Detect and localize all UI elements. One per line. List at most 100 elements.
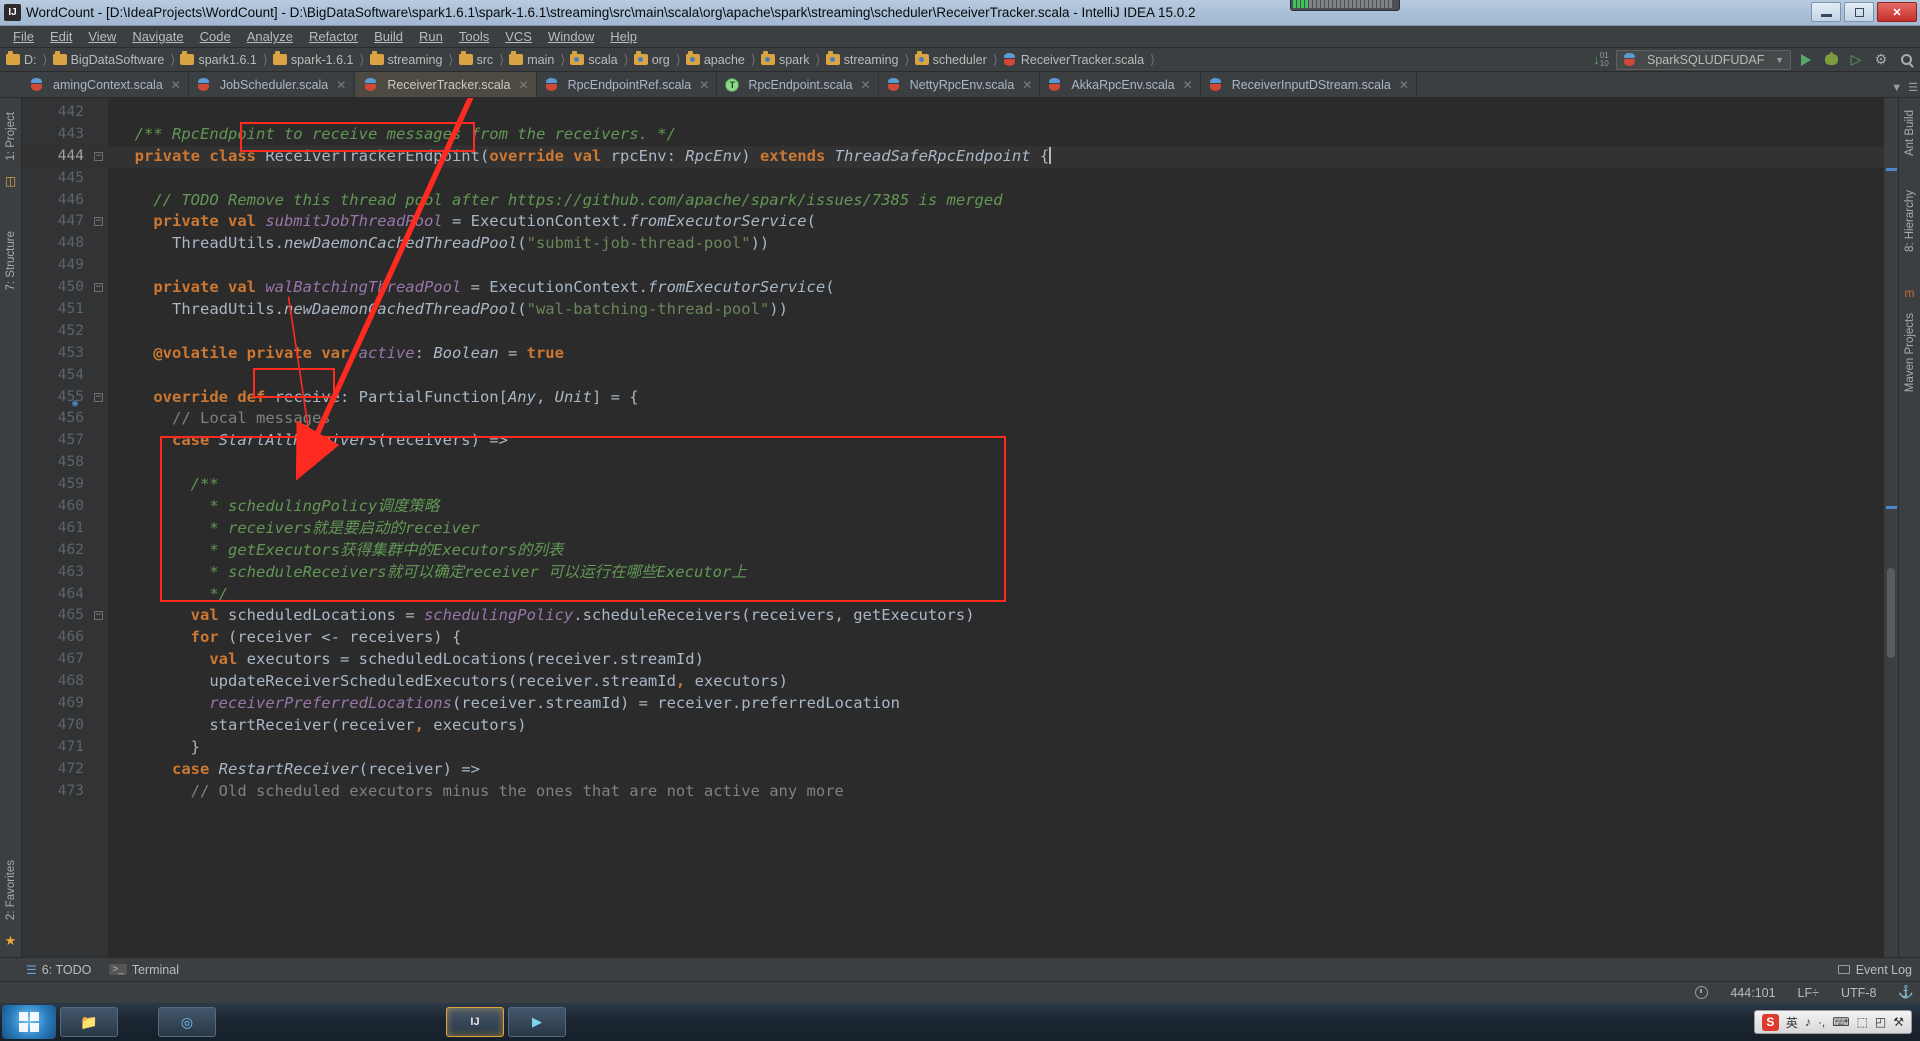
sidebar-item-hierarchy[interactable]: 8: Hierarchy [1904,182,1916,260]
code-token: Unit [554,387,592,406]
caret-position[interactable]: 444:101 [1730,986,1775,1000]
tool-window-todo[interactable]: ☰ 6: TODO [26,963,91,977]
settings-button[interactable]: ⚙ [1871,50,1891,70]
method-marker-icon[interactable]: ◉ [67,393,78,409]
tab-label: RpcEndpointRef.scala [567,77,692,92]
tab-netty-rpc-env[interactable]: NettyRpcEnv.scala ✕ [879,72,1041,97]
folder-icon [369,51,384,65]
fold-icon[interactable]: − [94,151,103,161]
minimize-button[interactable] [1811,2,1841,22]
breadcrumb-item-5[interactable]: src ⟩ [458,48,510,71]
breadcrumb-item-13[interactable]: ReceiverTracker.scala ⟩ [1003,48,1160,71]
start-button[interactable] [2,1005,56,1039]
menu-view[interactable]: View [80,27,124,46]
tab-overflow-controls[interactable]: ▼ ☰ [1891,81,1918,95]
update-project-button[interactable]: ↓ 01 10 [1591,50,1611,70]
taskbar-app-media[interactable]: ▶ [508,1007,566,1037]
menu-code[interactable]: Code [192,27,239,46]
sidebar-item-favorites[interactable]: 2: Favorites [5,852,17,928]
ime-item-keyboard-icon[interactable]: ⌨ [1832,1015,1849,1029]
breadcrumb-item-8[interactable]: org ⟩ [633,48,686,71]
menu-analyze[interactable]: Analyze [239,27,301,46]
ime-item-panel-icon[interactable]: ⬚ [1857,1015,1868,1029]
ime-item-punct-icon[interactable]: ·, [1818,1015,1825,1029]
menu-help[interactable]: Help [602,27,645,46]
run-configuration-selector[interactable]: SparkSQLUDFUDAF ▼ [1616,49,1791,70]
tab-streaming-context[interactable]: amingContext.scala ✕ [22,72,189,97]
debug-button[interactable] [1821,50,1841,70]
code-token: case [172,759,219,778]
sidebar-item-project[interactable]: 1: Project [5,104,17,169]
scrollbar-thumb[interactable] [1887,568,1895,658]
close-icon[interactable]: ✕ [1399,78,1409,92]
taskbar-app-browser[interactable]: ◎ [158,1007,216,1037]
run-button[interactable] [1796,50,1816,70]
breadcrumb-item-9[interactable]: apache ⟩ [685,48,761,71]
tab-akka-rpc-env[interactable]: AkkaRpcEnv.scala ✕ [1040,72,1201,97]
ime-mode-label[interactable]: 英 [1786,1014,1798,1031]
menu-build[interactable]: Build [366,27,411,46]
close-button[interactable]: ✕ [1877,2,1917,22]
file-encoding[interactable]: UTF-8 [1841,986,1876,1000]
line-separator[interactable]: LF÷ [1798,986,1819,1000]
tab-rpc-endpoint-ref[interactable]: RpcEndpointRef.scala ✕ [537,72,718,97]
breadcrumb-item-1[interactable]: BigDataSoftware ⟩ [52,48,181,71]
editor-scrollbar[interactable] [1884,98,1898,957]
maximize-button[interactable] [1844,2,1874,22]
close-icon[interactable]: ✕ [336,78,346,92]
fold-icon[interactable]: − [94,611,103,621]
menu-code-label: Code [199,29,231,44]
search-everywhere-button[interactable] [1896,50,1916,70]
breadcrumb-item-10[interactable]: spark ⟩ [760,48,826,71]
breadcrumb-item-6[interactable]: main ⟩ [509,48,570,71]
tab-rpc-endpoint[interactable]: T RpcEndpoint.scala ✕ [717,72,879,97]
breadcrumb-item-4[interactable]: streaming ⟩ [369,48,459,71]
breadcrumb-item-3[interactable]: spark-1.6.1 ⟩ [272,48,370,71]
ime-item-music-icon[interactable]: ♪ [1805,1015,1811,1029]
fold-icon[interactable]: − [94,283,103,293]
app-icon: IJ [4,4,21,21]
coverage-button[interactable]: ▷ [1846,50,1866,70]
ime-item-tools-icon[interactable]: ⚒ [1893,1015,1904,1029]
close-icon[interactable]: ✕ [1183,78,1193,92]
menu-tools[interactable]: Tools [451,27,497,46]
taskbar-app-explorer[interactable]: 📁 [60,1007,118,1037]
menu-run[interactable]: Run [411,27,451,46]
close-icon[interactable]: ✕ [861,78,871,92]
fold-icon[interactable]: − [94,217,103,227]
tab-receiver-input-dstream[interactable]: ReceiverInputDStream.scala ✕ [1201,72,1417,97]
ime-item-skin-icon[interactable]: ◰ [1875,1015,1886,1029]
sidebar-item-maven-projects[interactable]: Maven Projects [1904,305,1916,400]
code-token: schedulingPolicy [423,606,574,625]
tab-job-scheduler[interactable]: JobScheduler.scala ✕ [189,72,355,97]
sidebar-item-ant-build[interactable]: Ant Build [1904,102,1916,164]
breadcrumb-item-11[interactable]: streaming ⟩ [825,48,915,71]
editor-gutter[interactable]: 442 443 444− 445 446 447− 448 449 450− 4… [22,98,108,957]
menu-navigate[interactable]: Navigate [124,27,191,46]
sidebar-item-structure[interactable]: 7: Structure [5,223,17,298]
close-icon[interactable]: ✕ [519,78,529,92]
menu-window[interactable]: Window [540,27,602,46]
menu-refactor[interactable]: Refactor [301,27,366,46]
breadcrumb-item-0[interactable]: D: ⟩ [6,48,53,71]
close-icon[interactable]: ✕ [699,78,709,92]
tab-settings-icon[interactable]: ☰ [1908,81,1918,94]
ime-toolbar[interactable]: S 英 ♪ ·, ⌨ ⬚ ◰ ⚒ [1753,1010,1912,1034]
code-editor[interactable]: /** RpcEndpoint to receive messages from… [108,98,1884,957]
tool-window-terminal[interactable]: >_ Terminal [109,963,179,977]
tab-receiver-tracker[interactable]: ReceiverTracker.scala ✕ [356,72,537,97]
menu-edit[interactable]: Edit [42,27,80,46]
menu-vcs[interactable]: VCS [497,27,540,46]
fold-icon[interactable]: − [94,392,103,402]
menu-file[interactable]: File [5,27,42,46]
close-icon[interactable]: ✕ [1022,78,1032,92]
taskbar-app-idea[interactable]: IJ [446,1007,504,1037]
chevron-down-icon[interactable]: ▼ [1891,82,1902,94]
breadcrumb-item-7[interactable]: scala ⟩ [570,48,633,71]
event-log-button[interactable]: Event Log [1837,963,1912,977]
breadcrumb-item-12[interactable]: scheduler ⟩ [914,48,1003,71]
breadcrumb-item-2[interactable]: spark1.6.1 ⟩ [180,48,272,71]
close-icon[interactable]: ✕ [171,78,181,92]
lock-icon[interactable]: ⚓ [1898,985,1914,1000]
